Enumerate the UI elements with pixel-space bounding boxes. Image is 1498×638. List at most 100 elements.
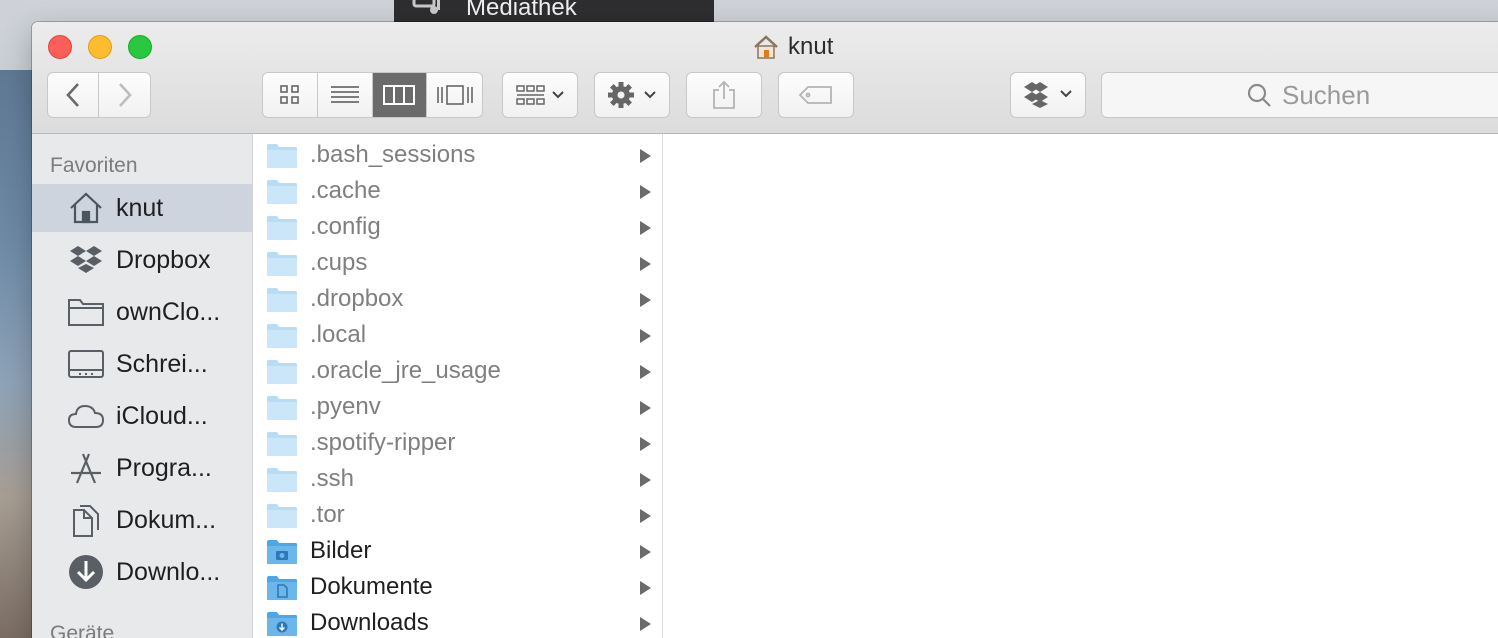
disclosure-arrow-icon	[640, 329, 651, 343]
list-view-button[interactable]	[318, 73, 373, 117]
disclosure-arrow-icon	[640, 293, 651, 307]
action-button[interactable]	[594, 72, 670, 118]
file-name: Downloads	[310, 609, 429, 636]
sidebar-item-downloads[interactable]: Downlo...	[32, 548, 252, 596]
sidebar-item-label: Progra...	[116, 453, 212, 482]
file-row[interactable]: .oracle_jre_usage	[254, 354, 663, 390]
sidebar-item-label: ownClo...	[116, 297, 221, 326]
dropbox-icon	[66, 240, 106, 280]
file-name: .bash_sessions	[310, 141, 476, 168]
file-name: .pyenv	[310, 393, 381, 420]
file-row[interactable]: .dropbox	[254, 282, 663, 318]
disclosure-arrow-icon	[640, 185, 651, 199]
file-row[interactable]: .tor	[254, 498, 663, 534]
sidebar-item-desktop[interactable]: Schrei...	[32, 340, 252, 388]
music-library-icon	[412, 0, 440, 14]
folder-icon	[267, 504, 297, 528]
columns-icon	[383, 85, 416, 105]
titlebar: knut	[32, 22, 1498, 134]
file-name: Dokumente	[310, 573, 433, 600]
home-icon	[754, 35, 778, 59]
file-name: .cups	[310, 249, 368, 276]
file-row[interactable]: .local	[254, 318, 663, 354]
file-row[interactable]: .ssh	[254, 462, 663, 498]
chevron-left-icon	[66, 83, 79, 107]
preview-column-empty	[664, 134, 1498, 638]
back-button[interactable]	[48, 73, 99, 117]
minimize-button[interactable]	[88, 35, 112, 59]
disclosure-arrow-icon	[640, 545, 651, 559]
file-name: .local	[310, 321, 367, 348]
share-button[interactable]	[686, 72, 762, 118]
search-input[interactable]	[1282, 79, 1498, 111]
arrange-button[interactable]	[502, 72, 578, 118]
folder-icon	[267, 396, 297, 420]
grid-icon	[280, 85, 299, 104]
sidebar-item-label: iCloud...	[116, 401, 208, 430]
folder-icon	[267, 468, 297, 492]
search-icon	[1247, 83, 1271, 107]
sidebar-item-label: Dropbox	[116, 245, 211, 274]
zoom-button[interactable]	[128, 35, 152, 59]
sidebar-item-label: Schrei...	[116, 349, 208, 378]
disclosure-arrow-icon	[640, 149, 651, 163]
file-name: .dropbox	[310, 285, 404, 312]
search-field[interactable]	[1101, 72, 1498, 118]
close-button[interactable]	[48, 35, 72, 59]
folder-icon	[267, 180, 297, 204]
sidebar-item-dropbox[interactable]: Dropbox	[32, 236, 252, 284]
file-row[interactable]: .spotify-ripper	[254, 426, 663, 462]
sidebar-heading-devices: Geräte	[50, 622, 115, 638]
window-title: knut	[752, 32, 833, 62]
share-icon	[713, 80, 735, 109]
arrange-icon	[516, 85, 564, 105]
disclosure-arrow-icon	[640, 401, 651, 415]
dropbox-icon	[1024, 82, 1072, 108]
file-name: .cache	[310, 177, 381, 204]
sidebar-item-documents[interactable]: Dokum...	[32, 496, 252, 544]
file-row[interactable]: Bilder	[254, 534, 663, 570]
applications-icon	[66, 448, 106, 488]
file-name: .oracle_jre_usage	[310, 357, 501, 384]
downloads-icon	[66, 552, 106, 592]
icon-view-button[interactable]	[263, 73, 318, 117]
dropbox-toolbar-button[interactable]	[1010, 72, 1086, 118]
file-row[interactable]: .bash_sessions	[254, 138, 663, 174]
file-name: .ssh	[310, 465, 355, 492]
column-view-button[interactable]	[372, 73, 428, 117]
sidebar-item-owncloud[interactable]: ownClo...	[32, 288, 252, 336]
cover-flow-icon	[436, 85, 473, 105]
sidebar-item-applications[interactable]: Progra...	[32, 444, 252, 492]
disclosure-arrow-icon	[640, 437, 651, 451]
tags-button[interactable]	[778, 72, 854, 118]
folder-icon	[267, 144, 297, 168]
sidebar-item-icloud[interactable]: iCloud...	[32, 392, 252, 440]
disclosure-arrow-icon	[640, 473, 651, 487]
folder-icon	[267, 360, 297, 384]
folder-icon	[267, 252, 297, 276]
view-mode-segment	[262, 72, 483, 118]
folder-icon	[267, 216, 297, 240]
cover-flow-view-button[interactable]	[427, 73, 482, 117]
file-row[interactable]: .pyenv	[254, 390, 663, 426]
file-row[interactable]: .cache	[254, 174, 663, 210]
window-title-text: knut	[788, 33, 834, 60]
file-row[interactable]: .config	[254, 210, 663, 246]
file-row[interactable]: Downloads	[254, 606, 663, 638]
forward-button[interactable]	[99, 73, 150, 117]
tag-icon	[798, 86, 832, 104]
file-row[interactable]: .cups	[254, 246, 663, 282]
sidebar-item-label: Downlo...	[116, 557, 221, 586]
disclosure-arrow-icon	[640, 365, 651, 379]
sidebar-item-knut[interactable]: knut	[32, 184, 252, 232]
file-row[interactable]: Dokumente	[254, 570, 663, 606]
sidebar-item-label: knut	[116, 193, 164, 222]
file-name: .tor	[310, 501, 345, 528]
gear-icon	[608, 82, 656, 108]
folder-icon	[66, 292, 106, 332]
desktop-icon	[66, 344, 106, 384]
file-name: .spotify-ripper	[310, 429, 456, 456]
home-icon	[66, 188, 106, 228]
sidebar: Favoriten knut Dropbox ownClo... Schrei.…	[32, 134, 253, 638]
finder-window: knut Suchen Favoriten knut Dropbox ownCl…	[32, 22, 1498, 638]
